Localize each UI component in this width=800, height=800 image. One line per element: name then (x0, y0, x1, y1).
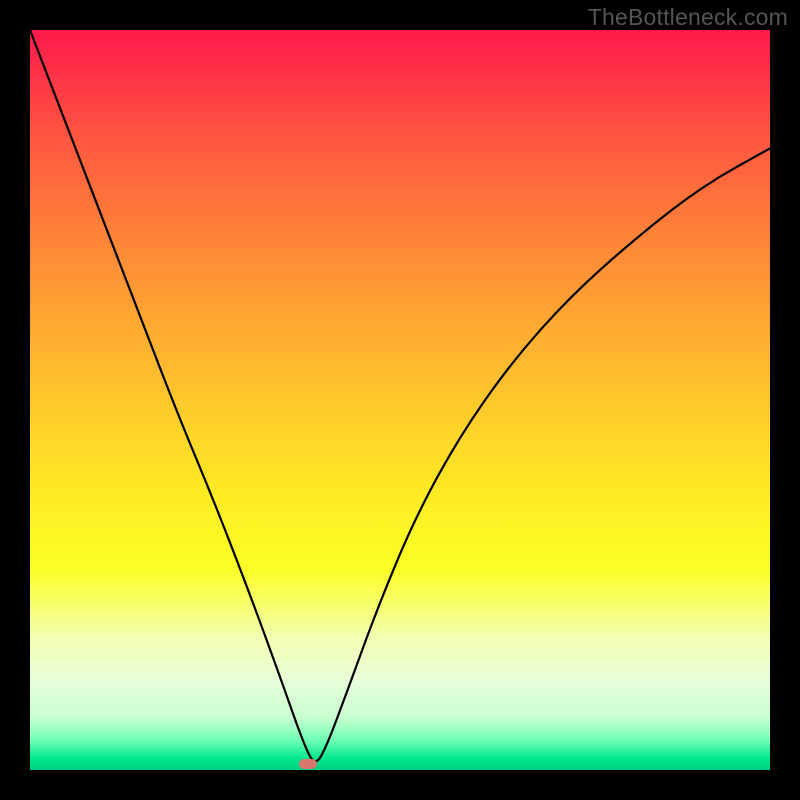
optimum-marker (299, 759, 317, 769)
chart-frame: TheBottleneck.com (0, 0, 800, 800)
curve-path (30, 30, 770, 761)
watermark-text: TheBottleneck.com (588, 4, 788, 31)
bottleneck-curve (30, 30, 770, 770)
plot-area (30, 30, 770, 770)
